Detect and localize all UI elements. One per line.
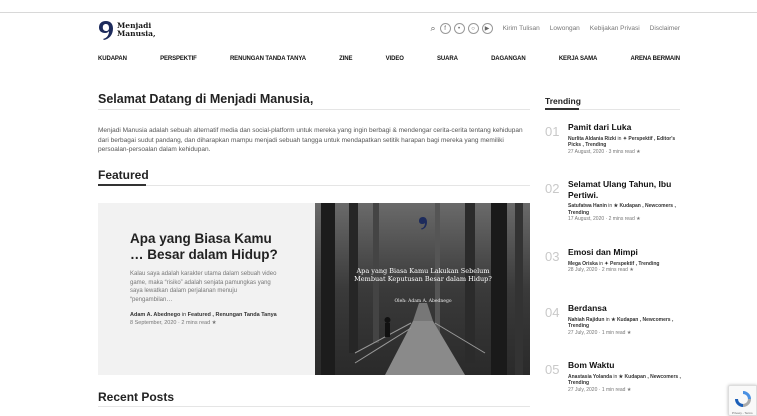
link-kebijakan-privasi[interactable]: Kebijakan Privasi <box>590 25 640 32</box>
trending-date: 27 July, 2020 <box>568 386 598 393</box>
trending-author[interactable]: Nurlita Aldania Rizki <box>568 136 616 142</box>
trending-read-time: 1 min read <box>601 386 626 393</box>
featured-post-date-line: 8 September, 2020 · 2 mins read ★ <box>130 320 280 326</box>
star-icon: ★ <box>629 267 634 273</box>
trending-number: 01 <box>545 124 560 139</box>
site-logo[interactable]: Menjadi Manusia, <box>98 20 156 40</box>
trending-date: 27 August, 2020 <box>568 148 605 155</box>
trending-date-line: 28 July, 2020 · 2 mins read ★ <box>568 267 634 273</box>
nav-arena-bermain[interactable]: ARENA BERMAIN <box>630 56 680 62</box>
trending-read-time: 1 min read <box>601 329 626 336</box>
trending-author[interactable]: Nahiah Rajidun <box>568 317 604 323</box>
nav-perspektif[interactable]: PERSPEKTIF <box>160 56 197 62</box>
trending-meta: Nurlita Aldania Rizki in ✦ Perspektif , … <box>568 135 676 149</box>
logo-icon <box>98 20 114 40</box>
trending-read-time: 2 mins read <box>601 267 628 273</box>
welcome-text: Menjadi Manusia adalah sebuah alternatif… <box>98 127 523 153</box>
header-right: ⌕ f • ○ ▶ Kirim Tulisan Lowongan Kebijak… <box>431 23 680 34</box>
main-nav: KUDAPAN PERSPEKTIF RENUNGAN TANDA TANYA … <box>98 56 680 62</box>
trending-number: 03 <box>545 249 560 264</box>
link-disclaimer[interactable]: Disclaimer <box>650 25 680 32</box>
trending-author[interactable]: Mega Oriska <box>568 261 598 267</box>
featured-card-text: Apa yang Biasa Kamu … Besar dalam Hidup?… <box>130 231 280 326</box>
nav-video[interactable]: VIDEO <box>386 56 404 62</box>
link-lowongan[interactable]: Lowongan <box>550 25 580 32</box>
nav-zine[interactable]: ZINE <box>339 56 352 62</box>
image-overlay-byline: Oleh: Adam A. Abednego <box>394 299 452 304</box>
featured-post-title[interactable]: Apa yang Biasa Kamu … Besar dalam Hidup? <box>130 231 280 263</box>
trending-title[interactable]: Bom Waktu <box>568 360 682 371</box>
trending-meta: Nahiah Rajidun in ★ Kudapan , Newcomers … <box>568 316 674 330</box>
featured-post-excerpt: Kalau saya adalah karakter utama dalam s… <box>130 271 277 303</box>
trending-title[interactable]: Selamat Ulang Tahun, Ibu Pertiwi. <box>568 179 682 200</box>
search-icon[interactable]: ⌕ <box>431 23 436 34</box>
nav-dagangan[interactable]: DAGANGAN <box>491 56 526 62</box>
trending-date-line: 27 July, 2020 · 1 min read ★ <box>568 386 632 393</box>
trending-date-line: 27 July, 2020 · 1 min read ★ <box>568 329 632 336</box>
nav-kerja-sama[interactable]: KERJA SAMA <box>559 56 598 62</box>
trending-underline <box>545 108 579 110</box>
trending-author[interactable]: Satufatwa Hanin <box>568 203 607 209</box>
divider <box>98 406 530 407</box>
instagram-icon[interactable]: ○ <box>467 23 479 34</box>
divider <box>98 109 530 110</box>
star-icon: ★ <box>211 320 217 326</box>
star-icon: ★ <box>636 216 641 222</box>
featured-post-meta: Adam A. Abednego in Featured , Renungan … <box>130 312 280 319</box>
featured-post-categories[interactable]: Featured , Renungan Tanda Tanya <box>188 312 277 318</box>
trending-title[interactable]: Pamit dari Luka <box>568 122 682 133</box>
trending-author[interactable]: Anastasia Yolanda <box>568 374 612 380</box>
divider <box>579 109 680 110</box>
trending-number: 05 <box>545 362 560 377</box>
featured-post-date: 8 September, 2020 <box>130 320 177 326</box>
recent-posts-heading: Recent Posts <box>98 390 175 404</box>
divider <box>146 185 530 186</box>
star-icon: ★ <box>626 386 632 393</box>
nav-kudapan[interactable]: KUDAPAN <box>98 56 127 62</box>
meta-in: in <box>181 312 187 318</box>
twitter-icon[interactable]: • <box>453 23 465 34</box>
featured-post-read-time: 2 mins read <box>181 320 211 326</box>
trending-meta: Satufatwa Hanin in ★ Kudapan , Newcomers… <box>568 203 676 216</box>
trending-heading: Trending <box>545 96 581 106</box>
recaptcha-badge[interactable]: Privacy - Terms <box>728 385 757 416</box>
top-border <box>0 12 757 13</box>
trending-number: 04 <box>545 305 560 320</box>
star-icon: ★ <box>636 148 641 155</box>
nav-suara[interactable]: SUARA <box>437 56 458 62</box>
featured-post-image[interactable]: Apa yang Biasa Kamu Lakukan Sebelum Memb… <box>315 203 530 375</box>
trending-date-line: 27 August, 2020 · 3 mins read ★ <box>568 148 641 155</box>
trending-number: 02 <box>545 181 560 196</box>
recaptcha-text[interactable]: Privacy - Terms <box>732 411 753 415</box>
trending-title[interactable]: Berdansa <box>568 303 682 314</box>
featured-underline <box>98 184 146 186</box>
trending-date-line: 17 August, 2020 · 2 mins read ★ <box>568 216 641 222</box>
featured-heading: Featured <box>98 168 149 182</box>
image-overlay-title: Apa yang Biasa Kamu Lakukan Sebelum Memb… <box>354 267 492 283</box>
featured-card[interactable]: Apa yang Biasa Kamu … Besar dalam Hidup?… <box>98 203 530 375</box>
trending-meta: Anastasia Yolanda in ★ Kudapan , Newcome… <box>568 373 681 387</box>
trending-read-time: 2 mins read <box>608 216 635 222</box>
trending-date: 27 July, 2020 <box>568 329 598 336</box>
nav-renungan-tanda-tanya[interactable]: RENUNGAN TANDA TANYA <box>230 56 306 62</box>
star-icon: ★ <box>626 329 632 336</box>
link-kirim-tulisan[interactable]: Kirim Tulisan <box>503 25 540 32</box>
recaptcha-icon <box>735 391 751 407</box>
youtube-icon[interactable]: ▶ <box>481 23 493 34</box>
welcome-title: Selamat Datang di Menjadi Manusia, <box>98 92 314 106</box>
trending-title[interactable]: Emosi dan Mimpi <box>568 247 682 258</box>
trending-date: 17 August, 2020 <box>568 216 605 222</box>
featured-post-author[interactable]: Adam A. Abednego <box>130 312 180 318</box>
trending-date: 28 July, 2020 <box>568 267 598 273</box>
facebook-icon[interactable]: f <box>439 23 451 34</box>
trending-categories[interactable]: ✦ Perspektif , Trending <box>604 261 659 267</box>
trending-read-time: 3 mins read <box>608 148 635 155</box>
logo-line-2: Manusia, <box>117 29 156 38</box>
site-header: Menjadi Manusia, ⌕ f • ○ ▶ Kirim Tulisan… <box>98 20 680 42</box>
